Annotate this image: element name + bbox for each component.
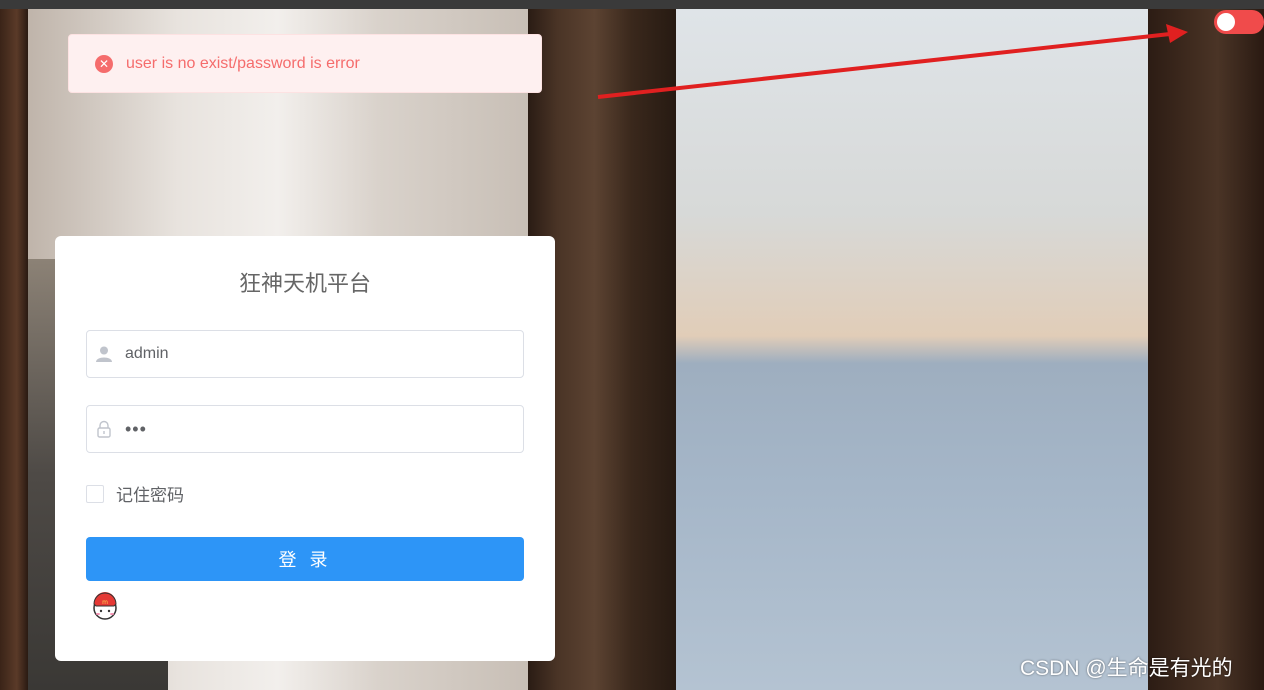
login-button[interactable]: 登 录	[86, 537, 524, 581]
password-value: •••	[125, 418, 147, 439]
svg-text:m: m	[102, 599, 108, 606]
remember-label: 记住密码	[116, 486, 184, 505]
remember-password[interactable]: 记住密码	[86, 481, 184, 506]
page-title: 狂神天机平台	[238, 271, 371, 296]
close-circle-icon: ✕	[95, 54, 113, 73]
username-field[interactable]: admin	[86, 330, 524, 378]
toggle-knob	[1217, 13, 1235, 31]
theme-toggle-switch[interactable]	[1214, 10, 1264, 34]
username-value: admin	[125, 345, 169, 362]
csdn-watermark: CSDN @生命是有光的	[1020, 657, 1233, 680]
error-message: ✕ user is no exist/password is error	[68, 34, 542, 93]
mascot-icon: m	[93, 592, 117, 620]
login-card: 狂神天机平台 admin ••• 记住密码 登 录 m	[55, 236, 555, 661]
error-message-text: user is no exist/password is error	[126, 54, 360, 72]
user-icon	[96, 346, 112, 362]
password-field[interactable]: •••	[86, 405, 524, 453]
remember-checkbox[interactable]	[86, 484, 104, 503]
lock-icon	[97, 420, 111, 438]
browser-top-strip	[0, 0, 1264, 9]
